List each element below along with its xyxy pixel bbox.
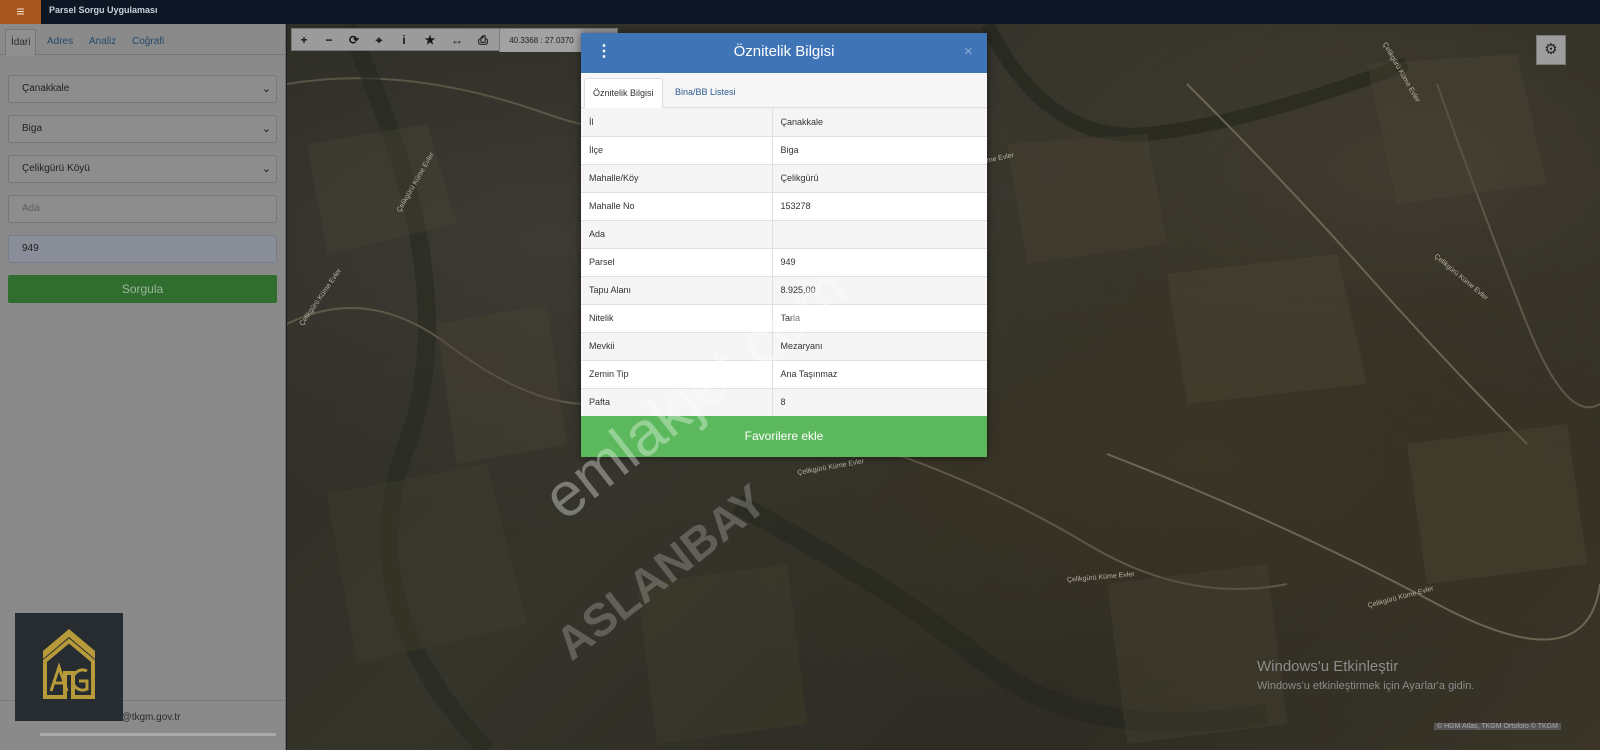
query-sidebar: İdari Adres Analiz Coğrafi Çanakkale ⌄ B…: [0, 24, 286, 750]
tab-cografi[interactable]: Coğrafi: [127, 29, 169, 56]
windows-activation-text: Windows'u etkinleştirmek için Ayarlar'a …: [1257, 680, 1475, 692]
app-header: ≡ Parsel Sorgu Uygulaması: [0, 0, 1600, 24]
agency-logo: [15, 613, 123, 721]
print-icon[interactable]: ⎙: [471, 29, 495, 52]
table-row: Mahalle/Köy Çelikgürü: [581, 164, 987, 193]
zoom-out-icon[interactable]: −: [317, 29, 341, 52]
district-select[interactable]: Biga ⌄: [8, 115, 277, 143]
tab-analiz[interactable]: Analiz: [84, 29, 121, 56]
ada-input[interactable]: Ada: [8, 195, 277, 223]
village-select[interactable]: Çelikgürü Köyü ⌄: [8, 155, 277, 183]
table-row: Pafta 8: [581, 388, 987, 417]
attribute-value: [772, 220, 987, 249]
close-icon[interactable]: ×: [964, 44, 973, 60]
attribute-key: Mevkii: [581, 332, 773, 361]
horizontal-scrollbar[interactable]: [40, 733, 276, 736]
measure-icon[interactable]: ↔: [445, 29, 469, 52]
attribute-table: İl Çanakkale İlçe Biga Mahalle/Köy Çelikgür…: [581, 108, 987, 417]
attribute-dialog: ⋮ Öznitelik Bilgisi × Öznitelik Bilgisi …: [581, 33, 987, 457]
attribute-key: Mahalle No: [581, 192, 773, 221]
star-icon[interactable]: ★: [418, 29, 442, 52]
attribute-key: Parsel: [581, 248, 773, 277]
map-attribution: © HGM Atlas, TKGM Ortofoto © TKGM: [1434, 723, 1561, 730]
table-row: Tapu Alanı 8.925,00: [581, 276, 987, 305]
table-row: Nitelik Tarla: [581, 304, 987, 333]
attribute-value: Çanakkale: [772, 108, 987, 137]
attribute-key: Nitelik: [581, 304, 773, 333]
hamburger-icon[interactable]: ≡: [0, 0, 41, 24]
dialog-title: Öznitelik Bilgisi: [733, 43, 835, 60]
info-icon[interactable]: i: [392, 29, 416, 52]
tab-attribute-info[interactable]: Öznitelik Bilgisi: [584, 78, 663, 109]
tab-idari[interactable]: İdari: [5, 29, 37, 56]
chevron-down-icon: ⌄: [261, 83, 271, 95]
locate-icon[interactable]: ⌖: [367, 29, 391, 52]
attribute-value: 153278: [772, 192, 987, 221]
village-value: Çelikgürü Köyü: [22, 163, 90, 174]
gear-icon[interactable]: ⚙: [1536, 35, 1566, 65]
zoom-in-icon[interactable]: +: [292, 29, 316, 52]
refresh-icon[interactable]: ⟳: [342, 29, 366, 52]
tab-building-list[interactable]: Bina/BB Listesi: [667, 78, 744, 109]
attribute-value: 949: [772, 248, 987, 277]
table-row: Zemin Tip Ana Taşınmaz: [581, 360, 987, 389]
attribute-key: Zemin Tip: [581, 360, 773, 389]
district-value: Biga: [22, 123, 43, 134]
attribute-key: Tapu Alanı: [581, 276, 773, 305]
tab-adres[interactable]: Adres: [42, 29, 78, 56]
dialog-tabs: Öznitelik Bilgisi Bina/BB Listesi: [581, 73, 987, 109]
attribute-value: 8: [772, 388, 987, 417]
table-row: İlçe Biga: [581, 136, 987, 165]
app-title: Parsel Sorgu Uygulaması: [49, 5, 158, 15]
attribute-value: 8.925,00: [772, 276, 987, 305]
chevron-down-icon: ⌄: [261, 123, 271, 135]
attribute-value: Çelikgürü: [772, 164, 987, 193]
attribute-key: Pafta: [581, 388, 773, 417]
attribute-key: Mahalle/Köy: [581, 164, 773, 193]
parsel-input[interactable]: 949: [8, 235, 277, 263]
attribute-key: İl: [581, 108, 773, 137]
table-row: İl Çanakkale: [581, 108, 987, 137]
dialog-header: ⋮ Öznitelik Bilgisi ×: [581, 33, 987, 73]
attribute-key: İlçe: [581, 136, 773, 165]
map-toolbar: + − ⟳ ⌖ i ★ ↔ ⎙ 40.3368 : 27.0370: [291, 28, 618, 52]
attribute-value: Biga: [772, 136, 987, 165]
attribute-key: Ada: [581, 220, 773, 249]
table-row: Mevkii Mezaryanı: [581, 332, 987, 361]
query-button[interactable]: Sorgula: [8, 275, 277, 303]
attribute-value: Ana Taşınmaz: [772, 360, 987, 389]
add-favorite-button[interactable]: Favorilere ekle: [581, 416, 987, 457]
windows-activation-title: Windows'u Etkinleştir: [1257, 658, 1399, 675]
table-row: Ada: [581, 220, 987, 249]
sidebar-tabs: İdari Adres Analiz Coğrafi: [0, 29, 286, 56]
coordinate-readout: 40.3368 : 27.0370: [499, 29, 583, 52]
chevron-down-icon: ⌄: [261, 163, 271, 175]
table-row: Mahalle No 153278: [581, 192, 987, 221]
province-value: Çanakkale: [22, 83, 70, 94]
attribute-value: Tarla: [772, 304, 987, 333]
province-select[interactable]: Çanakkale ⌄: [8, 75, 277, 103]
attribute-value: Mezaryanı: [772, 332, 987, 361]
table-row: Parsel 949: [581, 248, 987, 277]
